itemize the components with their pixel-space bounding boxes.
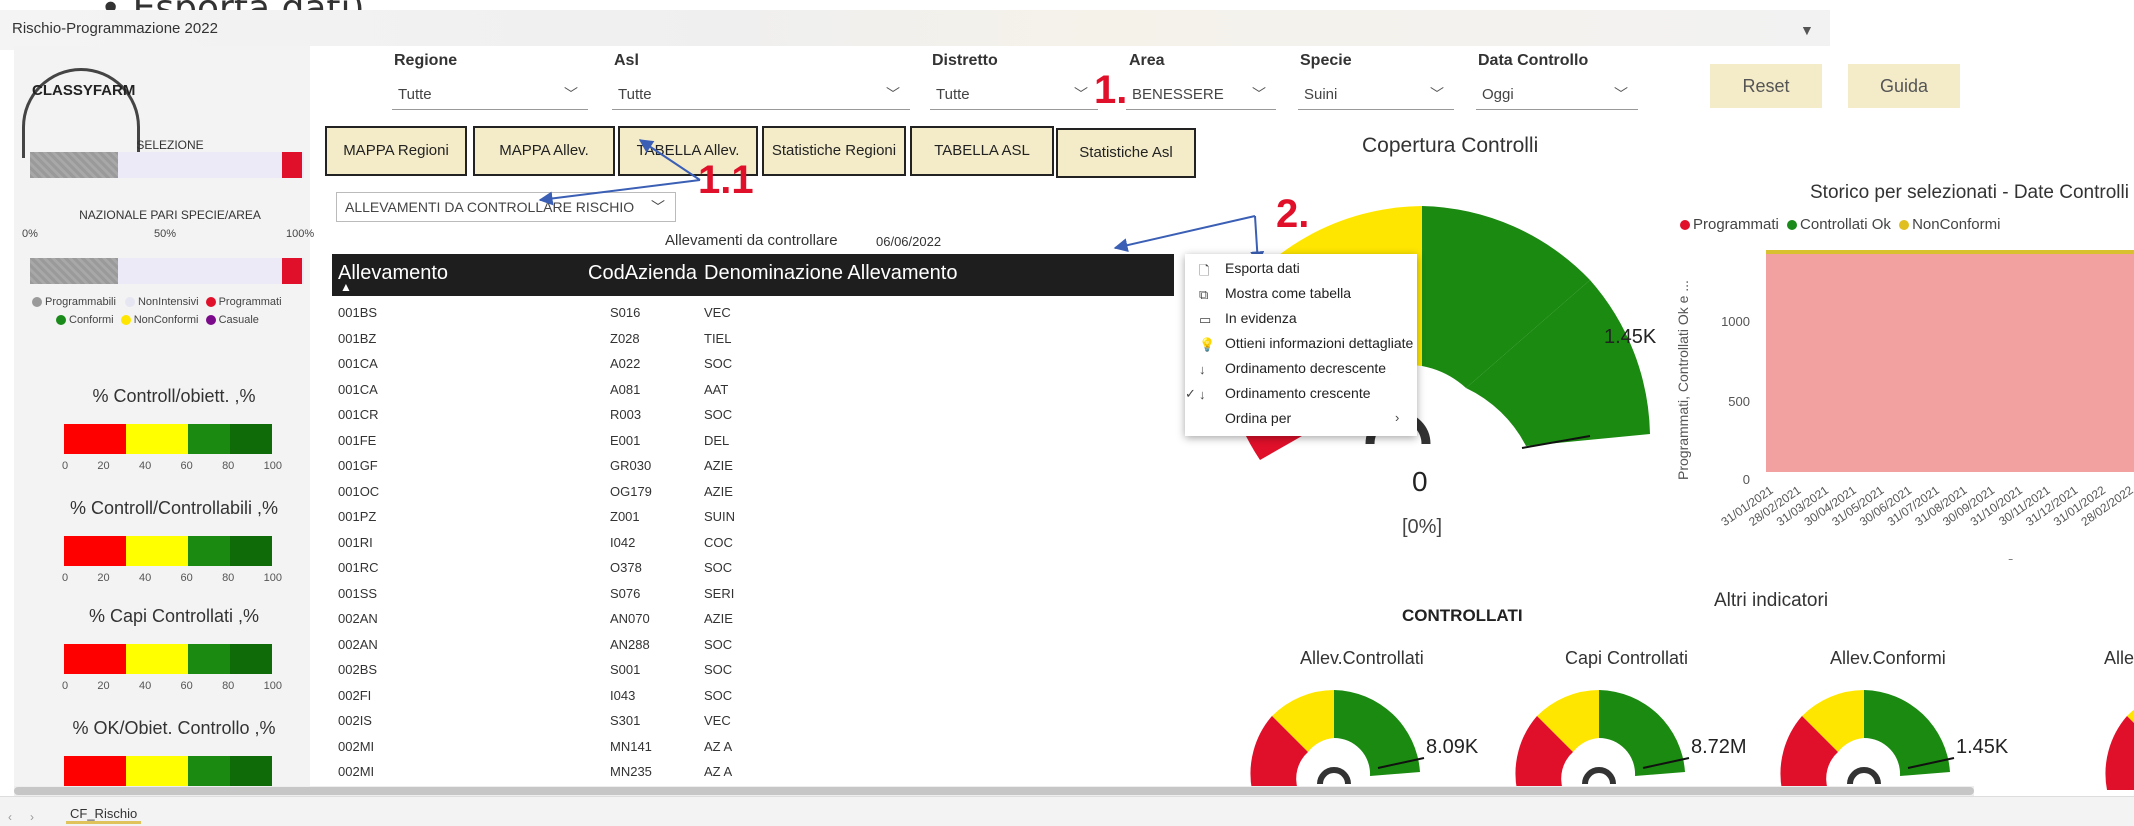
y-tick: 500 xyxy=(1728,394,1750,409)
sort-desc-icon: ↓ xyxy=(1199,362,1206,377)
small-gauge xyxy=(1250,690,1425,790)
context-menu-item[interactable]: Esporta dati xyxy=(1225,260,1300,276)
arrow-to-tabella-allev xyxy=(638,139,701,181)
gauge-title: Allev.Conformi xyxy=(1830,648,1946,668)
context-menu-item[interactable]: Ordinamento decrescente xyxy=(1225,360,1386,376)
gauge-segment xyxy=(1599,690,1685,776)
gauge-needle-hub xyxy=(1317,767,1351,785)
annotation-1: 1. xyxy=(1094,68,1128,112)
y-axis-label: Programmati, Controllati Ok e ... xyxy=(1675,280,1691,480)
context-menu-item[interactable]: Ordinamento crescente xyxy=(1225,385,1371,401)
history-chart: Programmati, Controllati Ok e ... 1000 5… xyxy=(1675,250,2134,560)
sort-asc-icon: ↓ xyxy=(1199,387,1206,402)
legend-label: Programmati xyxy=(1693,216,1779,233)
spotlight-icon: ▭ xyxy=(1199,312,1212,327)
arrow-to-dropdown xyxy=(538,179,701,206)
scrollbar-thumb[interactable] xyxy=(14,787,1974,795)
coverage-title: Copertura Controlli xyxy=(1362,134,1539,157)
check-icon: ✓ xyxy=(1185,386,1196,401)
x-axis-caption: - xyxy=(2008,551,2013,560)
context-menu-item[interactable]: In evidenza xyxy=(1225,310,1297,326)
coverage-percent: [0%] xyxy=(1402,516,1443,538)
gauge-needle-hub xyxy=(1582,767,1616,785)
sheet-tab[interactable]: CF_Rischio xyxy=(66,806,142,824)
context-menu-item[interactable]: Ottieni informazioni dettagliate xyxy=(1225,335,1413,351)
gauge-segment xyxy=(1864,690,1950,776)
chevron-right-icon: › xyxy=(1395,410,1400,425)
annotation-1-1: 1.1 xyxy=(698,158,754,202)
legend-label: NonConformi xyxy=(1912,216,2001,233)
legend-dot xyxy=(1680,220,1690,231)
context-menu-item[interactable]: Mostra come tabella xyxy=(1225,285,1351,301)
gauge-title: Capi Controllati xyxy=(1565,648,1689,668)
gauge-value: 1.45K xyxy=(1956,736,2009,758)
gauge-segment xyxy=(2105,716,2134,790)
gauge-segment xyxy=(1334,690,1420,776)
context-menu-item[interactable]: Ordina per xyxy=(1225,410,1291,426)
y-tick: 0 xyxy=(1743,472,1750,487)
export-icon: 🗋 xyxy=(1199,263,1210,278)
gauge-title: Allev.Controllati xyxy=(1300,648,1424,668)
legend-dot xyxy=(1787,220,1798,231)
other-title: Altri indicatori xyxy=(1714,590,1829,611)
legend-label: Controllati Ok xyxy=(1800,216,1891,233)
small-gauge xyxy=(2105,709,2134,790)
controllati-heading: CONTROLLATI xyxy=(1402,606,1523,625)
history-title: Storico per selezionati - Date Controlli xyxy=(1810,182,2129,203)
gauge-title: Alle xyxy=(2104,648,2134,668)
gauge-value: 8.09K xyxy=(1426,736,1479,758)
tab-prev-icon[interactable]: ‹ xyxy=(8,810,12,824)
legend-dot xyxy=(1899,220,1910,231)
small-gauge xyxy=(1780,690,1955,790)
gauge-value: 8.72M xyxy=(1691,736,1747,758)
history-area xyxy=(1766,250,2134,472)
y-tick: 1000 xyxy=(1721,314,1750,329)
tab-next-icon[interactable]: › xyxy=(30,810,34,824)
lightbulb-icon: 💡 xyxy=(1199,337,1216,352)
context-menu: 🗋 Esporta dati ⧉ Mostra come tabella ▭ In evi… xyxy=(1185,254,1417,436)
small-gauge xyxy=(1515,690,1690,790)
gauge-needle-hub xyxy=(1847,767,1881,785)
horizontal-scrollbar[interactable] xyxy=(14,786,1974,796)
coverage-max-label: 1.45K xyxy=(1604,326,1657,348)
coverage-value: 0 xyxy=(1412,466,1428,497)
history-legend: Programmati Controllati Ok NonConformi xyxy=(1680,216,2000,233)
table-icon: ⧉ xyxy=(1199,287,1209,302)
sheet-tab-bar xyxy=(0,796,2134,826)
